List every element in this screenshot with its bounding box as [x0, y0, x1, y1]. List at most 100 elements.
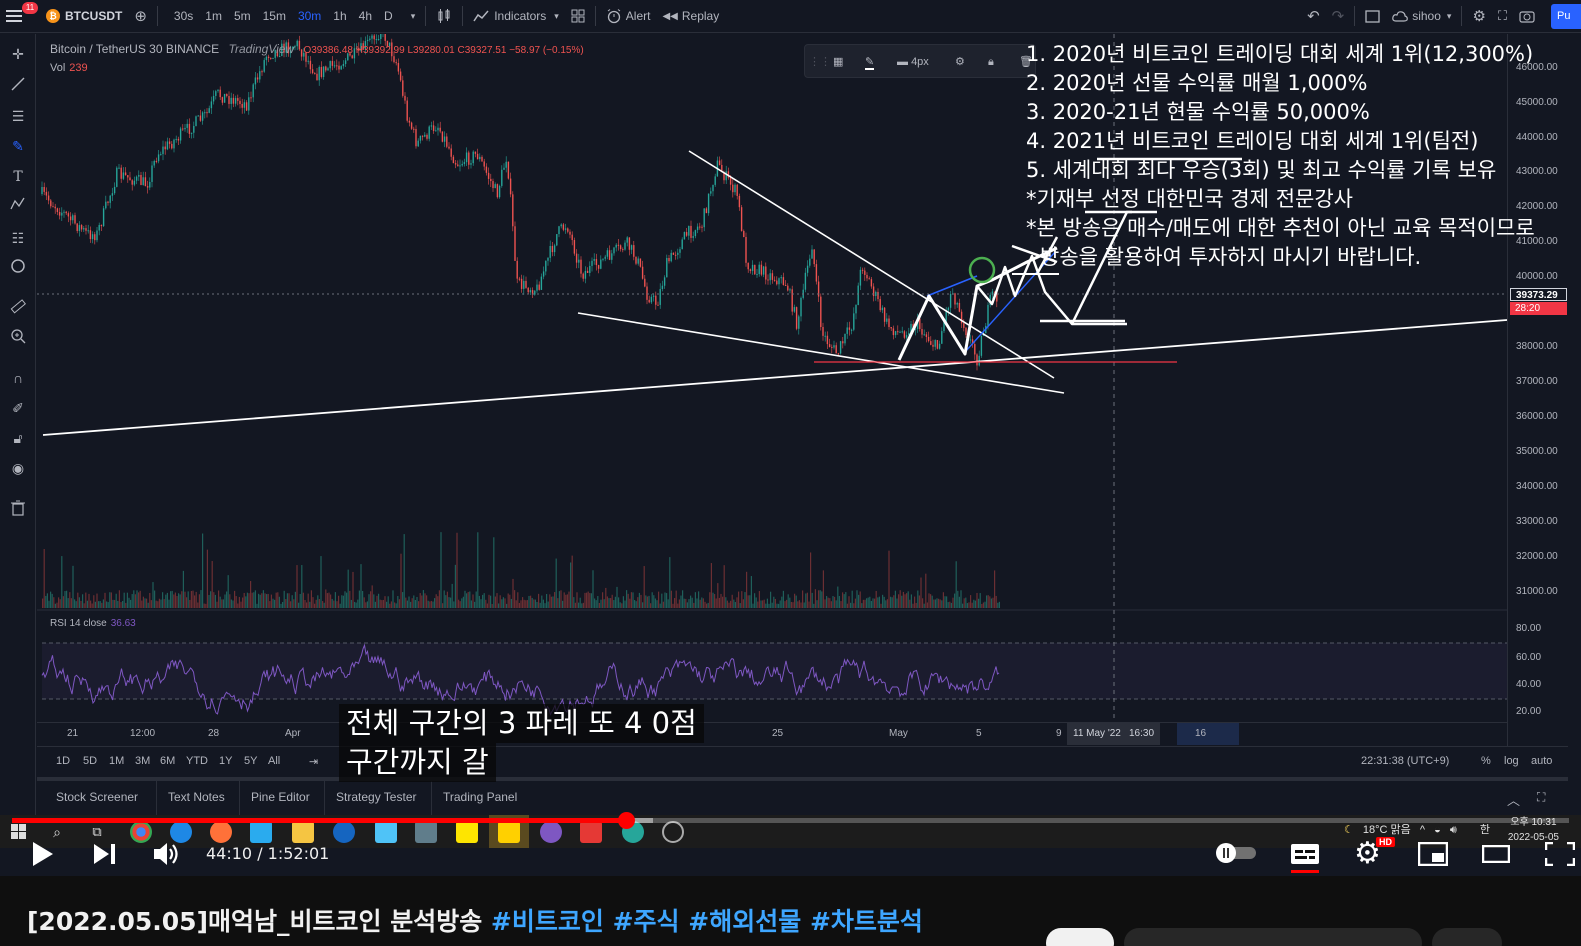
miniplayer-button[interactable]: [1417, 841, 1449, 871]
range-all[interactable]: All: [268, 755, 280, 767]
subscribe-button[interactable]: [1046, 928, 1114, 946]
range-1m[interactable]: 1M: [109, 755, 124, 767]
remove-drawings-tool[interactable]: [8, 500, 28, 520]
replay-button[interactable]: ◀◀ Replay: [656, 0, 725, 33]
range-6m[interactable]: 6M: [160, 755, 175, 767]
annotation-line-4: 4. 2021년 비트코인 트레이딩 대회 세계 1위(팀전): [1026, 129, 1479, 153]
goto-date-button[interactable]: ⇥: [309, 755, 318, 768]
share-button[interactable]: [1432, 928, 1502, 946]
scrubber-handle[interactable]: [617, 812, 635, 829]
volume-bar: [645, 595, 647, 608]
indicators-button[interactable]: Indicators ▾: [467, 0, 565, 33]
magnet-tool[interactable]: ∩: [8, 368, 28, 388]
volume-value: 239: [69, 62, 88, 74]
theater-mode-button[interactable]: [1481, 844, 1511, 868]
stay-drawing-tool[interactable]: ✐: [8, 398, 28, 418]
lock-drawings-tool[interactable]: 🔓︎: [8, 428, 28, 448]
timeframe-4h[interactable]: 4h: [353, 9, 378, 23]
symbol-search-button[interactable]: ₿ BTCUSDT: [40, 0, 128, 33]
maximize-panel-button[interactable]: ⛶: [1537, 790, 1545, 805]
range-1d[interactable]: 1D: [56, 755, 70, 767]
fullscreen-button[interactable]: ⛶: [1492, 0, 1513, 33]
play-button[interactable]: [30, 841, 54, 872]
candle-body: [129, 177, 131, 181]
candle-body: [668, 258, 670, 262]
panel-tab-pine-editor[interactable]: Pine Editor: [251, 790, 310, 804]
hashtag-link[interactable]: #차트분석: [810, 907, 923, 936]
settings-button[interactable]: ⚙ HD: [1354, 837, 1395, 869]
panel-tab-trading-panel[interactable]: Trading Panel: [443, 790, 517, 804]
range-ytd[interactable]: YTD: [186, 755, 208, 767]
timeframe-dropdown[interactable]: ▾: [405, 0, 422, 33]
snapshot-button[interactable]: [1513, 0, 1541, 33]
prediction-tool[interactable]: ☷: [8, 228, 28, 248]
like-dislike-button[interactable]: [1124, 928, 1422, 946]
alert-button[interactable]: Alert: [600, 0, 657, 33]
subtitles-button[interactable]: [1290, 841, 1322, 876]
brush-tool[interactable]: ✎: [8, 136, 28, 156]
timeframe-30s[interactable]: 30s: [168, 9, 199, 23]
range-3m[interactable]: 3M: [135, 755, 150, 767]
panel-tab-strategy-tester[interactable]: Strategy Tester: [336, 790, 416, 804]
timeframe-15m[interactable]: 15m: [257, 9, 292, 23]
candle-body: [837, 353, 840, 355]
time-axis[interactable]: 21 12:00 28 Apr 25 May 5 9 16 11 May '22 16:30: [37, 722, 1507, 746]
fullscreen-button[interactable]: [1544, 841, 1576, 871]
zoom-tool[interactable]: [8, 328, 28, 348]
line-color-button[interactable]: ✎: [865, 54, 875, 70]
hashtag-link[interactable]: #주식: [613, 907, 680, 936]
timeframe-D[interactable]: D: [378, 9, 399, 23]
lock-drawing-button[interactable]: 🔒︎: [988, 54, 994, 70]
volume-bar: [117, 600, 119, 608]
undo-button[interactable]: ↶: [1301, 0, 1326, 33]
pattern-tool[interactable]: [8, 196, 28, 216]
compare-symbol-button[interactable]: ⊕: [128, 0, 153, 33]
timeframe-1h[interactable]: 1h: [327, 9, 352, 23]
panel-tab-stock-screener[interactable]: Stock Screener: [56, 790, 138, 804]
timezone-clock[interactable]: 22:31:38 (UTC+9): [1361, 755, 1449, 767]
shapes-tool[interactable]: [8, 258, 28, 278]
drawing-settings-button[interactable]: ⚙: [955, 54, 965, 70]
auto-scale-toggle[interactable]: auto: [1531, 755, 1552, 767]
text-tool[interactable]: T: [8, 166, 28, 186]
chart-type-button[interactable]: [430, 0, 458, 33]
volume-bar: [592, 570, 594, 608]
mute-button[interactable]: [152, 840, 180, 873]
layout-select-button[interactable]: [1359, 0, 1386, 33]
main-menu-button[interactable]: 11: [0, 0, 40, 33]
volume-bar: [382, 599, 384, 608]
next-button[interactable]: [92, 842, 116, 871]
range-5d[interactable]: 5D: [83, 755, 97, 767]
drag-handle-icon[interactable]: ⋮⋮: [809, 54, 831, 70]
video-progress-bar[interactable]: [12, 812, 1569, 829]
hide-drawings-tool[interactable]: ◉: [8, 458, 28, 478]
hashtag-link[interactable]: #비트코인: [491, 907, 604, 936]
redo-button[interactable]: ↷: [1326, 0, 1351, 33]
measure-tool[interactable]: [8, 298, 28, 318]
candle-body: [67, 213, 70, 217]
percent-scale-toggle[interactable]: %: [1481, 755, 1491, 767]
timeframe-30m[interactable]: 30m: [292, 9, 327, 23]
crosshair-tool[interactable]: ✛: [8, 44, 28, 64]
line-width-button[interactable]: ▬ 4px: [897, 54, 929, 70]
log-scale-toggle[interactable]: log: [1504, 755, 1519, 767]
timeframe-5m[interactable]: 5m: [228, 9, 257, 23]
publish-button[interactable]: Pu: [1551, 4, 1581, 29]
fib-tool[interactable]: ☰: [8, 106, 28, 126]
chart-settings-button[interactable]: ⚙: [1466, 0, 1491, 33]
layouts-button[interactable]: [565, 0, 591, 33]
timeframe-1m[interactable]: 1m: [199, 9, 228, 23]
cursor-date-label: 11 May '22: [1067, 723, 1127, 745]
templates-button[interactable]: ▦: [833, 54, 843, 70]
collapse-panel-button[interactable]: ︿: [1507, 790, 1520, 809]
volume-bar: [578, 602, 580, 608]
video-frame[interactable]: 11 ₿ BTCUSDT ⊕ 30s 1m 5m 15m 30m 1h 4h D ▾ Indi…: [0, 0, 1581, 876]
volume-bar: [202, 533, 204, 608]
autoplay-toggle[interactable]: [1214, 843, 1260, 868]
range-5y[interactable]: 5Y: [244, 755, 257, 767]
panel-tab-text-notes[interactable]: Text Notes: [168, 790, 225, 804]
trend-line-tool[interactable]: [8, 76, 28, 96]
save-layout-button[interactable]: sihoo ▾: [1386, 0, 1457, 33]
range-1y[interactable]: 1Y: [219, 755, 232, 767]
hashtag-link[interactable]: #해외선물: [688, 907, 801, 936]
